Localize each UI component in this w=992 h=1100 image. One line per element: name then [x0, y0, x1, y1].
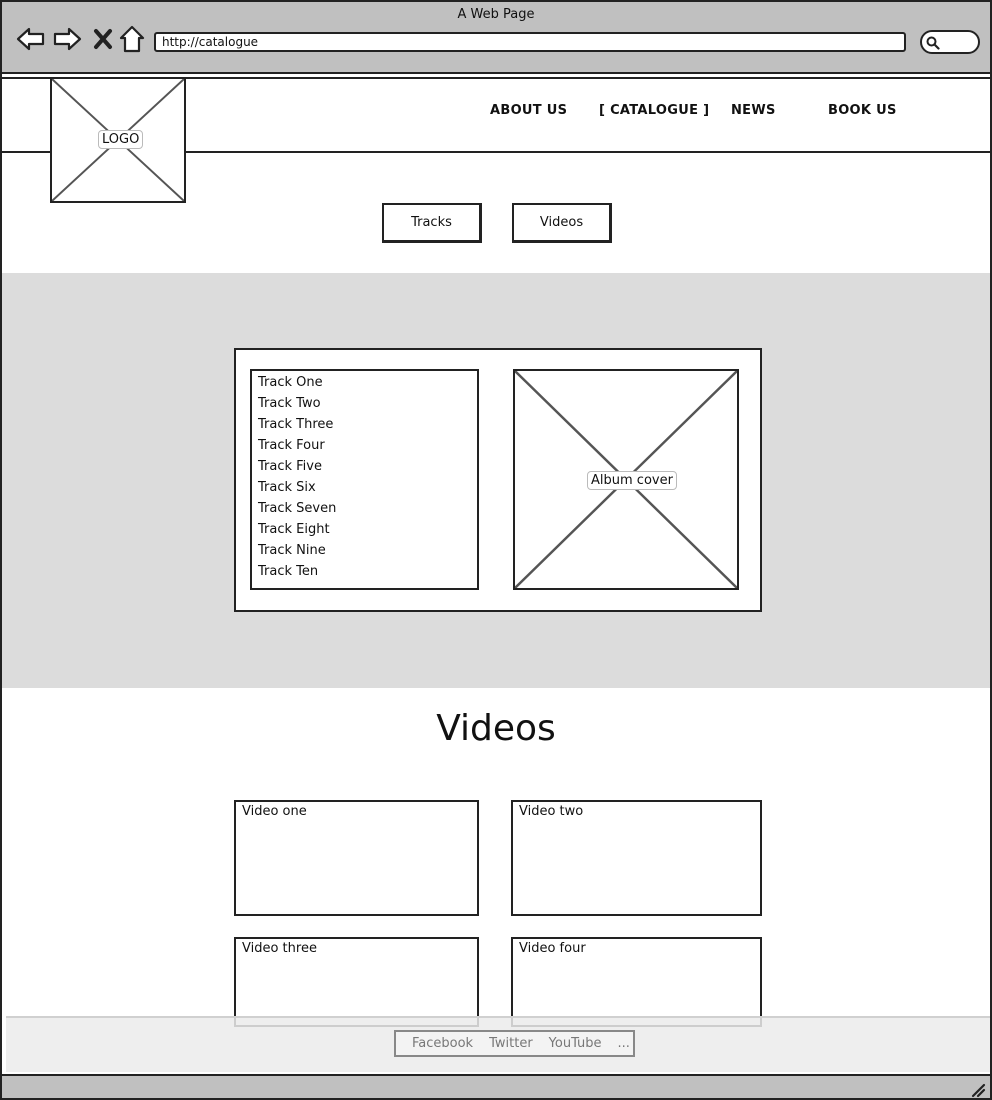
video-tile[interactable]: Video two: [511, 800, 762, 916]
nav-catalogue[interactable]: [ CATALOGUE ]: [599, 103, 709, 118]
footer-social-links: Facebook Twitter YouTube ...: [394, 1030, 635, 1057]
browser-window: A Web Page http://catalogue LOGO ABOUT U…: [0, 0, 992, 1100]
track-item[interactable]: Track Eight: [258, 520, 477, 541]
browser-toolbar: A Web Page http://catalogue: [2, 2, 990, 74]
footer-link-twitter[interactable]: Twitter: [489, 1036, 533, 1051]
logo-placeholder[interactable]: LOGO: [50, 77, 186, 203]
forward-arrow-icon[interactable]: [52, 24, 82, 54]
footer-link-facebook[interactable]: Facebook: [412, 1036, 473, 1051]
stop-x-icon[interactable]: [88, 24, 118, 54]
home-icon[interactable]: [117, 24, 147, 54]
address-bar[interactable]: http://catalogue: [154, 32, 906, 52]
album-cover-label: Album cover: [587, 471, 677, 490]
footer-link-more[interactable]: ...: [618, 1036, 630, 1051]
track-item[interactable]: Track Four: [258, 436, 477, 457]
album-cover-placeholder: Album cover: [513, 369, 739, 590]
video-tile[interactable]: Video four: [511, 937, 762, 1027]
browser-search-field[interactable]: [920, 30, 980, 54]
track-item[interactable]: Track Ten: [258, 562, 477, 583]
resize-grip-icon[interactable]: [970, 1082, 986, 1098]
window-title: A Web Page: [457, 7, 535, 22]
back-arrow-icon[interactable]: [16, 24, 46, 54]
footer-link-youtube[interactable]: YouTube: [549, 1036, 602, 1051]
nav-news[interactable]: NEWS: [731, 103, 776, 118]
video-tile[interactable]: Video one: [234, 800, 479, 916]
videos-heading: Videos: [436, 708, 556, 749]
track-item[interactable]: Track Seven: [258, 499, 477, 520]
video-tile[interactable]: Video three: [234, 937, 479, 1027]
nav-book-us[interactable]: BOOK US: [828, 103, 897, 118]
track-item[interactable]: Track Five: [258, 457, 477, 478]
track-item[interactable]: Track One: [258, 373, 477, 394]
logo-label: LOGO: [98, 130, 144, 149]
track-item[interactable]: Track Six: [258, 478, 477, 499]
videos-tab-button[interactable]: Videos: [512, 203, 612, 243]
tracks-tab-button[interactable]: Tracks: [382, 203, 482, 243]
track-item[interactable]: Track Two: [258, 394, 477, 415]
search-icon: [926, 36, 940, 50]
status-bar: [2, 1074, 990, 1098]
nav-about-us[interactable]: ABOUT US: [490, 103, 567, 118]
track-item[interactable]: Track Nine: [258, 541, 477, 562]
track-list: Track One Track Two Track Three Track Fo…: [250, 369, 479, 590]
track-item[interactable]: Track Three: [258, 415, 477, 436]
